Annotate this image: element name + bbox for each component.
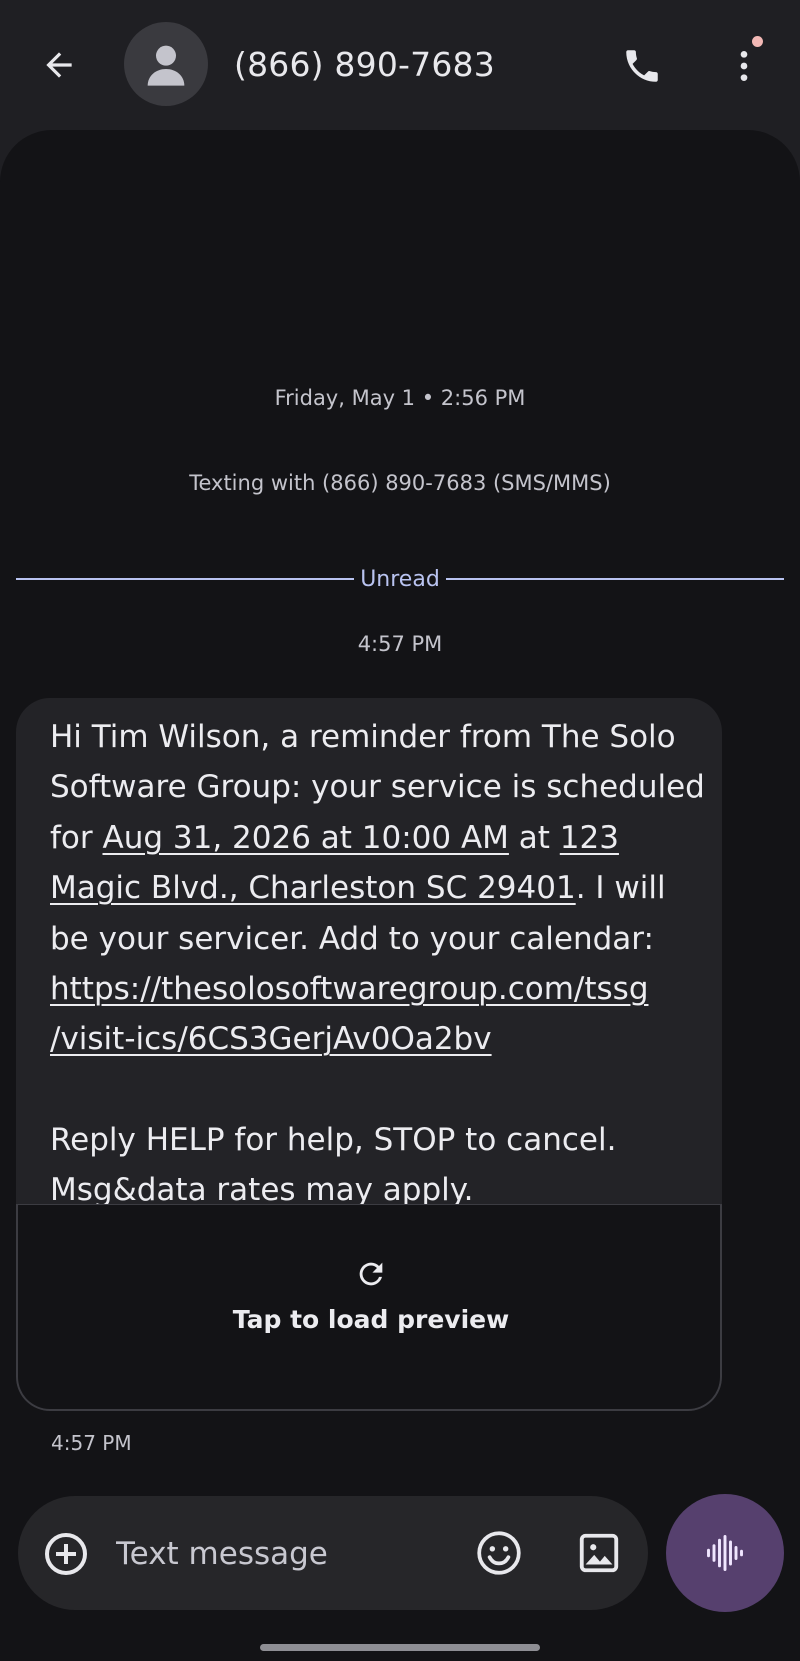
notification-dot [752,36,763,47]
voice-waveform-icon [707,1535,743,1571]
message-bubble[interactable]: Hi Tim Wilson, a reminder from The Solo … [16,698,722,1411]
message-text: Hi Tim Wilson, a reminder from The Solo … [50,712,710,1216]
contact-title[interactable]: (866) 890-7683 [234,40,495,90]
divider-line [16,578,355,580]
message-text-part: at [508,819,560,856]
conversation-panel[interactable]: Friday, May 1 • 2:56 PM Texting with (86… [0,130,800,1480]
phone-icon [626,50,658,82]
message-footer: Reply HELP for help, STOP to cancel. Msg… [50,1121,617,1209]
date-stamp: Friday, May 1 • 2:56 PM [274,386,526,410]
message-timestamp: 4:57 PM [51,1431,132,1455]
arrow-left-icon [46,52,72,78]
compose-box[interactable] [18,1496,648,1610]
more-options-button[interactable] [716,38,772,94]
home-indicator[interactable] [260,1644,540,1651]
more-vert-icon [740,51,748,81]
top-app-bar: (866) 890-7683 [0,0,800,128]
avatar[interactable] [124,22,208,106]
load-preview-label: Tap to load preview [232,1305,510,1334]
unread-timestamp: 4:57 PM [357,632,443,656]
refresh-icon [359,1262,383,1286]
back-button[interactable] [34,40,84,90]
voice-message-button[interactable] [666,1494,784,1612]
compose-area [0,1480,800,1661]
call-button[interactable] [614,38,670,94]
person-icon [147,45,185,86]
date-link[interactable]: Aug 31, 2026 at 10:00 AM [102,820,508,856]
unread-divider: Unread [16,564,784,594]
image-icon[interactable] [576,1530,622,1576]
unread-label: Unread [360,566,440,592]
link-preview-card[interactable]: Tap to load preview [16,1204,722,1411]
calendar-url-link[interactable]: https://thesolosoftwaregroup.com/tssg/vi… [50,971,649,1057]
text-message-input[interactable] [114,1526,444,1582]
divider-line [445,578,784,580]
texting-with-label: Texting with (866) 890-7683 (SMS/MMS) [189,471,611,495]
emoji-icon[interactable] [474,1528,524,1578]
add-circle-icon[interactable] [42,1530,90,1578]
